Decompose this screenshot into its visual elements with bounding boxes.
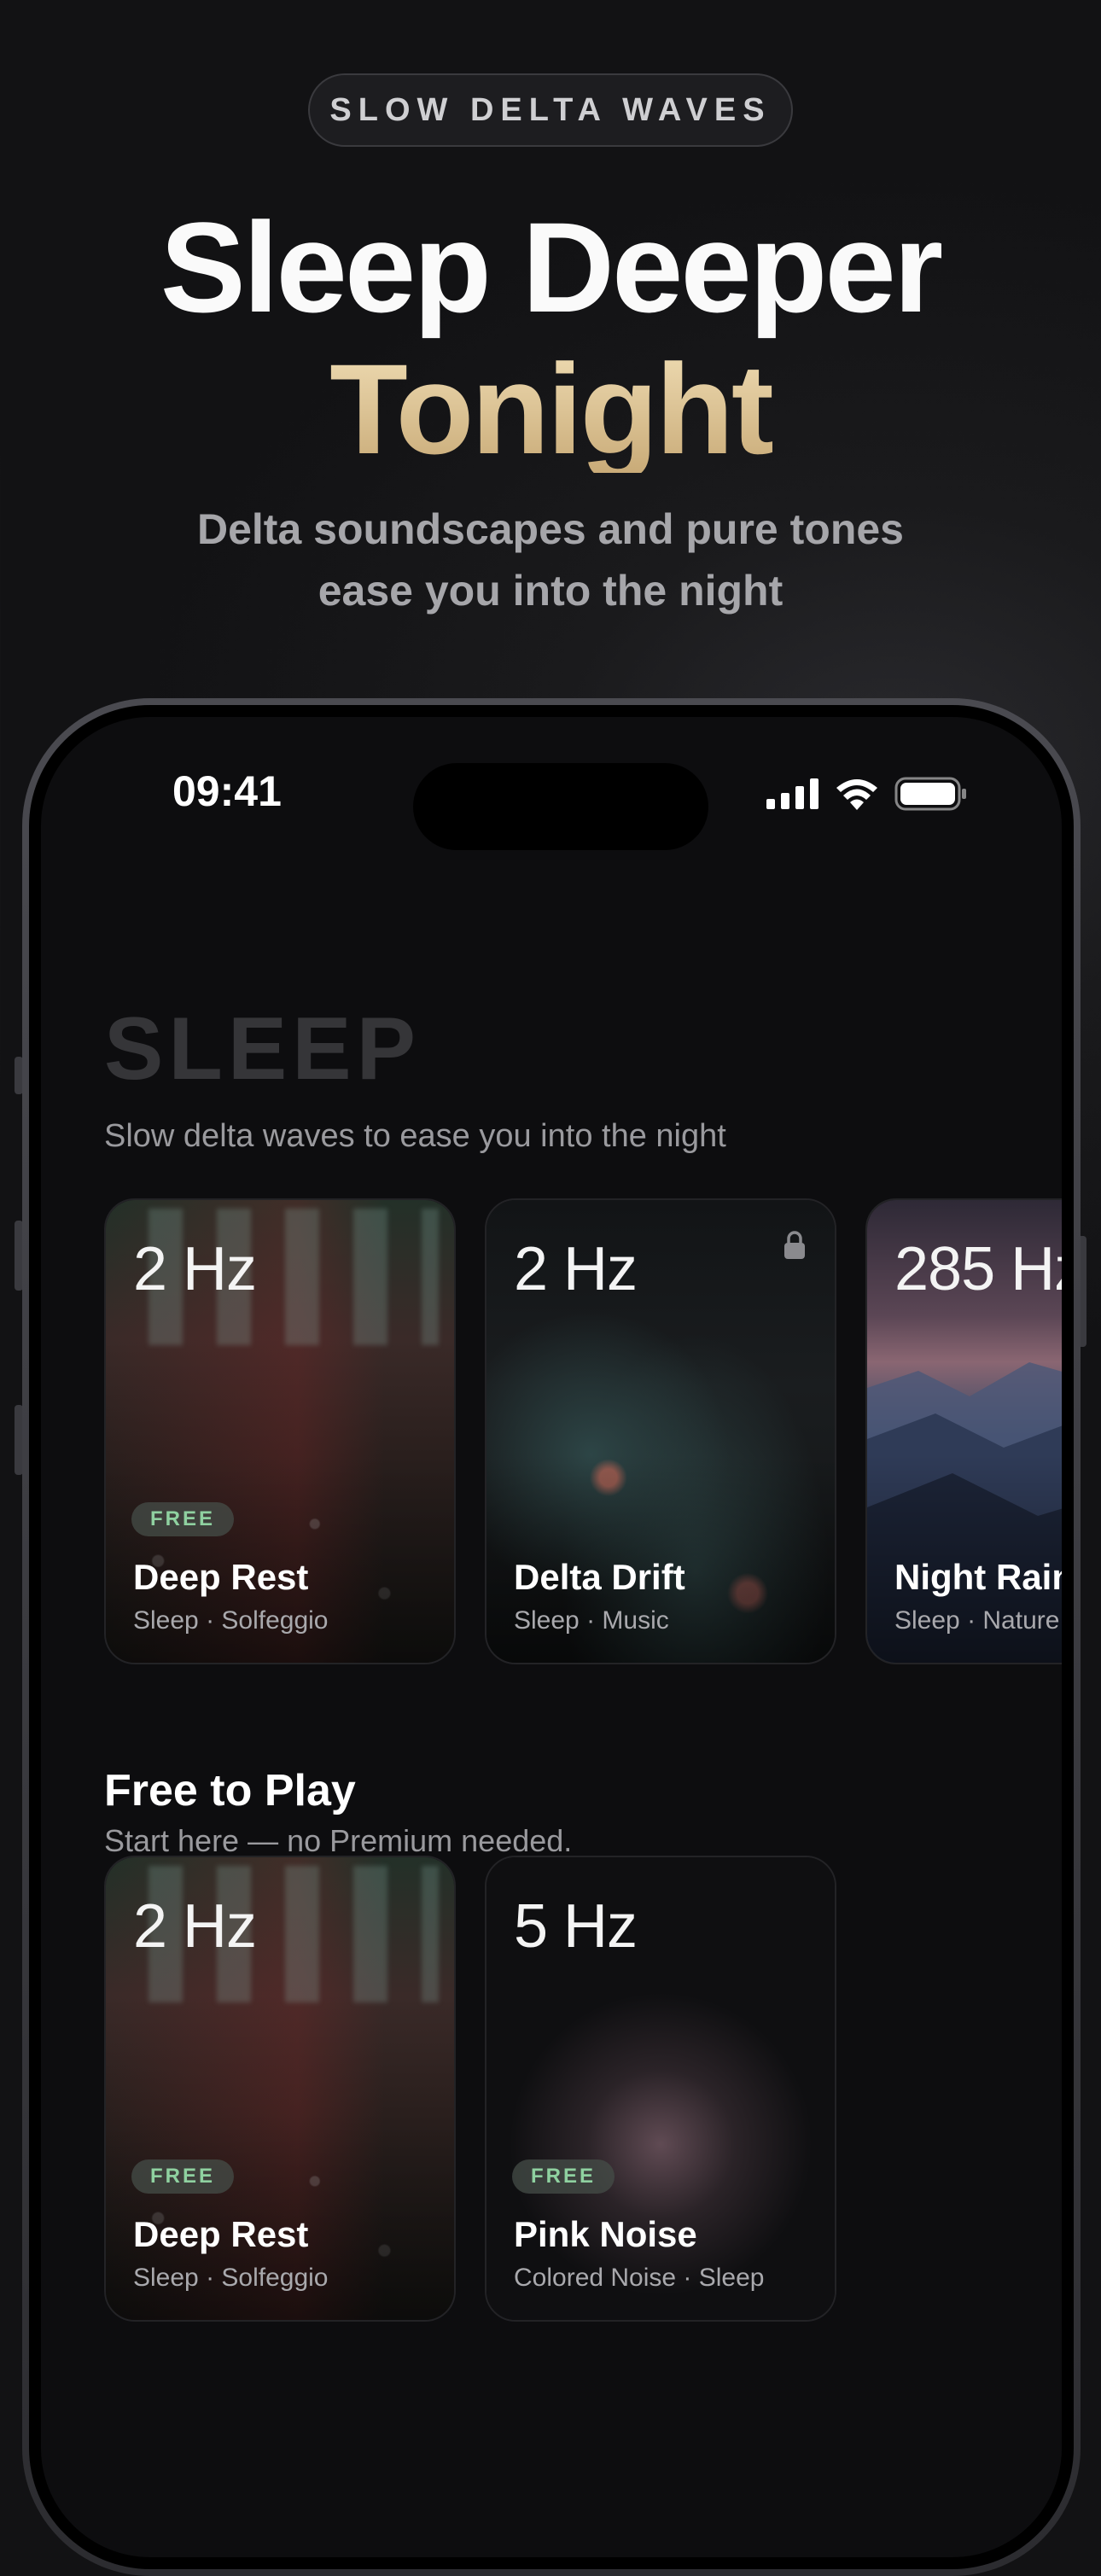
card-meta: Colored Noise · Sleep (514, 2264, 765, 2292)
free-badge: FREE (512, 2159, 615, 2194)
signal-icon (766, 778, 818, 809)
card-title: Pink Noise (514, 2214, 697, 2254)
frequency-label: 5 Hz (514, 1892, 638, 1961)
free-cards-row[interactable]: 2 Hz FREE Deep Rest Sleep · Solfeggio 5 … (104, 1856, 836, 2322)
sleep-cards-carousel[interactable]: 2 Hz FREE Deep Rest Sleep · Solfeggio 2 … (104, 1198, 1062, 1664)
card-title: Delta Drift (514, 1557, 685, 1597)
status-time: 09:41 (172, 767, 282, 815)
card-title: Deep Rest (133, 1557, 309, 1597)
lock-icon (784, 1231, 805, 1259)
headline-line-1: Sleep Deeper (160, 195, 943, 339)
free-badge: FREE (131, 1502, 235, 1536)
card-meta: Sleep · Music (514, 1606, 669, 1635)
sleep-card-delta-drift[interactable]: 2 Hz Delta Drift Sleep · Music (485, 1198, 836, 1664)
free-badge: FREE (131, 2159, 235, 2194)
free-section-title: Free to Play (104, 1766, 356, 1815)
free-card-deep-rest[interactable]: 2 Hz FREE Deep Rest Sleep · Solfeggio (104, 1856, 456, 2322)
card-title: Night Rain (894, 1557, 1062, 1597)
promo-pill-label: SLOW DELTA WAVES (308, 73, 793, 147)
wifi-icon (836, 779, 877, 810)
frequency-label: 285 Hz (894, 1235, 1062, 1303)
frequency-label: 2 Hz (514, 1235, 638, 1303)
card-meta: Sleep · Nature (894, 1606, 1060, 1635)
dynamic-island (413, 763, 708, 850)
headline-line-2: Tonight (0, 345, 1101, 473)
battery-icon (894, 777, 966, 811)
free-section-description: Start here — no Premium needed. (104, 1823, 573, 1858)
free-card-pink-noise[interactable]: 5 Hz FREE Pink Noise Colored Noise · Sle… (485, 1856, 836, 2322)
card-title: Deep Rest (133, 2214, 309, 2254)
frequency-label: 2 Hz (133, 1235, 257, 1303)
sleep-section-description: Slow delta waves to ease you into the ni… (104, 1118, 726, 1154)
card-meta: Sleep · Solfeggio (133, 1606, 329, 1635)
card-meta: Sleep · Solfeggio (133, 2264, 329, 2292)
frequency-label: 2 Hz (133, 1892, 257, 1961)
status-icons (766, 777, 968, 811)
promo-subtitle: Delta soundscapes and pure tones ease yo… (0, 498, 1101, 621)
app-screen: 09:41 SLEEP Slow delta waves to ease you… (41, 717, 1062, 2557)
promo-subtitle-line-1: Delta soundscapes and pure tones (197, 505, 904, 553)
sleep-card-deep-rest[interactable]: 2 Hz FREE Deep Rest Sleep · Solfeggio (104, 1198, 456, 1664)
promo-subtitle-line-2: ease you into the night (317, 567, 784, 615)
sleep-card-night-rain[interactable]: 285 Hz Night Rain Sleep · Nature (865, 1198, 1062, 1664)
sleep-section-title: SLEEP (104, 1000, 421, 1099)
phone-frame: 09:41 SLEEP Slow delta waves to ease you… (22, 698, 1081, 2576)
